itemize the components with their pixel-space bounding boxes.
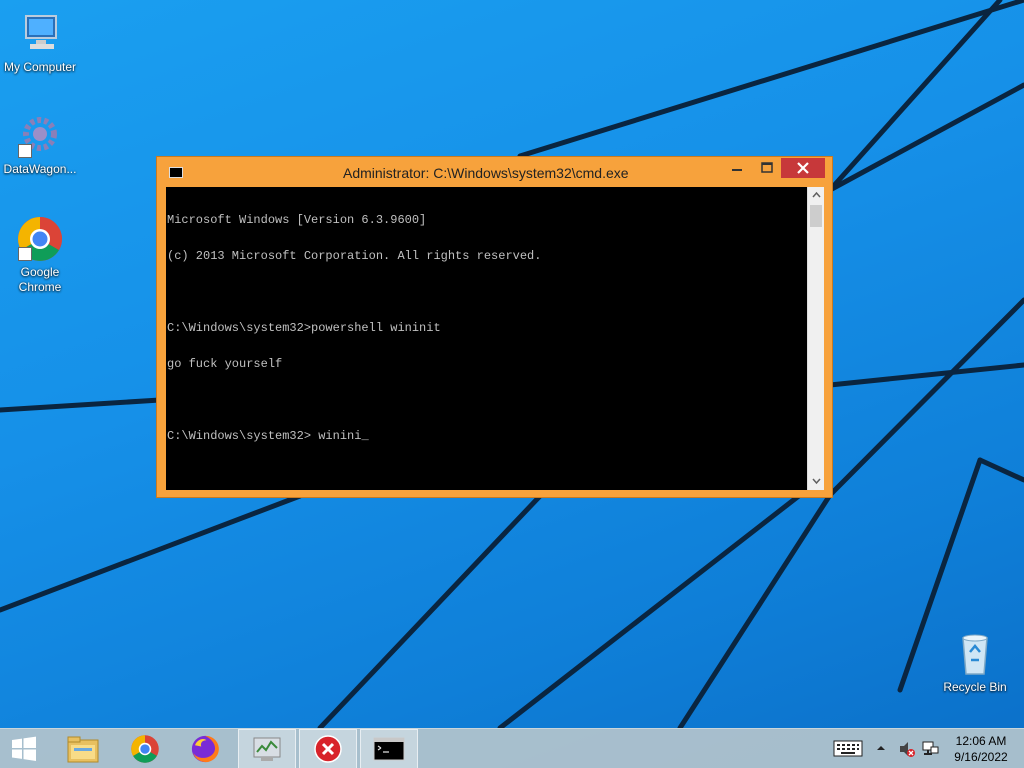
- taskbar: 12:06 AM 9/16/2022: [0, 728, 1024, 768]
- desktop-icon-datawagon[interactable]: DataWagon...: [0, 112, 80, 177]
- console-line: C:\Windows\system32>powershell wininit: [167, 321, 441, 335]
- shortcut-arrow-icon: [18, 144, 32, 158]
- start-icon: [12, 736, 36, 761]
- cmd-icon[interactable]: [169, 167, 183, 178]
- datawagon-icon: [16, 112, 64, 160]
- shortcut-arrow-icon: [18, 247, 32, 261]
- window-title: Administrator: C:\Windows\system32\cmd.e…: [343, 165, 629, 181]
- close-button[interactable]: [781, 158, 825, 178]
- desktop-icon-label: DataWagon...: [3, 162, 77, 176]
- vertical-scrollbar[interactable]: [807, 187, 824, 490]
- close-icon: [797, 162, 809, 174]
- desktop-icon-label: My Computer: [3, 60, 77, 74]
- start-button[interactable]: [0, 729, 48, 768]
- maximize-icon: [761, 162, 773, 173]
- volume-muted-icon[interactable]: [898, 739, 916, 759]
- taskbar-task-manager[interactable]: [238, 729, 296, 768]
- taskbar-cmd[interactable]: [360, 729, 418, 768]
- chrome-icon: [131, 735, 159, 763]
- desktop-icon-recycle-bin[interactable]: Recycle Bin: [935, 630, 1015, 695]
- system-clock[interactable]: 12:06 AM 9/16/2022: [946, 733, 1016, 765]
- tray-chevron-icon[interactable]: [876, 743, 886, 753]
- error-icon: [314, 735, 342, 763]
- file-explorer-icon: [67, 736, 99, 763]
- scroll-down-icon[interactable]: [812, 476, 821, 485]
- my-computer-icon: [16, 10, 64, 58]
- firefox-icon: [191, 735, 219, 763]
- minimize-icon: [732, 169, 742, 171]
- taskbar-file-explorer[interactable]: [54, 729, 112, 768]
- clock-date: 9/16/2022: [954, 750, 1008, 764]
- taskbar-error-dialog[interactable]: [299, 729, 357, 768]
- console-line: (c) 2013 Microsoft Corporation. All righ…: [167, 249, 542, 263]
- taskbar-firefox[interactable]: [176, 729, 234, 768]
- desktop-icon-google-chrome[interactable]: Google Chrome: [0, 215, 80, 295]
- desktop-icon-my-computer[interactable]: My Computer: [0, 10, 80, 75]
- desktop-icon-label: Google Chrome: [18, 265, 62, 294]
- console-line: Microsoft Windows [Version 6.3.9600]: [167, 213, 427, 227]
- keyboard-icon[interactable]: [833, 739, 863, 759]
- taskbar-chrome[interactable]: [116, 729, 174, 768]
- console-input-line[interactable]: C:\Windows\system32> winini: [167, 430, 807, 442]
- cmd-icon: [373, 737, 405, 761]
- scroll-up-icon[interactable]: [812, 191, 821, 200]
- console-line: go fuck yourself: [167, 357, 283, 371]
- scroll-thumb[interactable]: [810, 205, 822, 227]
- network-icon[interactable]: [921, 739, 939, 759]
- task-manager-icon: [253, 737, 281, 761]
- clock-time: 12:06 AM: [955, 734, 1007, 748]
- desktop-icon-label: Recycle Bin: [943, 680, 1007, 694]
- window-titlebar[interactable]: Administrator: C:\Windows\system32\cmd.e…: [157, 157, 832, 187]
- cmd-window[interactable]: Administrator: C:\Windows\system32\cmd.e…: [156, 156, 833, 498]
- recycle-bin-icon: [951, 630, 999, 678]
- chrome-icon: [16, 215, 64, 263]
- minimize-button[interactable]: [724, 158, 750, 178]
- console-output[interactable]: Microsoft Windows [Version 6.3.9600] (c)…: [166, 187, 807, 490]
- maximize-button[interactable]: [754, 158, 780, 178]
